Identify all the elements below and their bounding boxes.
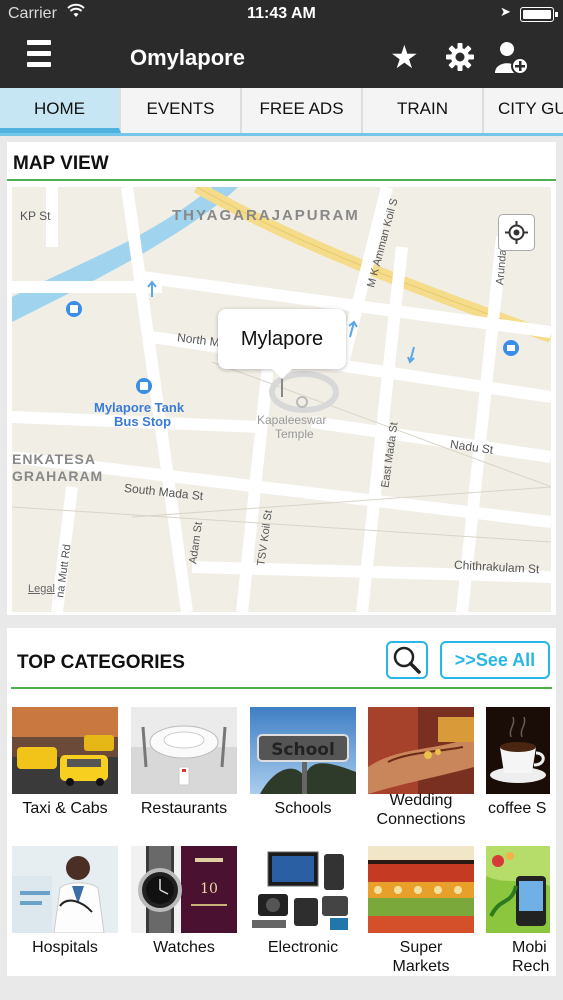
- hospital-icon: [12, 846, 118, 933]
- tab-free-ads[interactable]: FREE ADS: [242, 88, 363, 133]
- categories-card: TOP CATEGORIES >>See All Taxi & Cabs Res…: [7, 628, 556, 976]
- svg-text:School: School: [271, 740, 335, 760]
- category-label: Taxi & Cabs: [22, 800, 108, 817]
- category-hospitals[interactable]: Hospitals: [12, 846, 118, 957]
- crosshair-icon: [505, 221, 528, 244]
- tab-bar: HOME EVENTS FREE ADS TRAIN CITY GU: [0, 88, 563, 136]
- see-all-button[interactable]: >>See All: [440, 641, 550, 679]
- restaurant-icon: [131, 707, 237, 794]
- favorites-star-icon[interactable]: ★: [390, 40, 419, 74]
- top-categories-title: TOP CATEGORIES: [17, 652, 185, 673]
- category-label: Super Markets: [392, 939, 450, 975]
- category-label: coffee S: [488, 800, 547, 817]
- svg-text:10: 10: [200, 881, 218, 897]
- category-label: Schools: [274, 800, 332, 817]
- location-arrow-icon: ➤: [500, 4, 511, 19]
- map-callout[interactable]: Mylapore: [218, 309, 346, 379]
- map-label: ENKATESA: [12, 451, 96, 467]
- supermarket-icon: [368, 846, 474, 933]
- clock: 11:43 AM: [247, 5, 316, 22]
- map-view[interactable]: THYAGARAJAPURAM KP St North Mada St M K …: [12, 187, 551, 612]
- locate-me-button[interactable]: [498, 214, 535, 251]
- map-card: MAP VIEW THYAGARAJAPURAM KP St North Mad…: [7, 142, 556, 615]
- add-user-icon[interactable]: [494, 40, 530, 81]
- gear-icon[interactable]: [445, 42, 475, 77]
- category-schools[interactable]: School Schools: [250, 707, 356, 818]
- tab-home[interactable]: HOME: [0, 88, 121, 133]
- search-button[interactable]: [386, 641, 428, 679]
- app-bar: Omylapore ★: [0, 28, 563, 88]
- section-divider: [7, 179, 556, 181]
- search-icon: [393, 646, 421, 674]
- menu-icon[interactable]: [27, 40, 51, 72]
- map-label: THYAGARAJAPURAM: [172, 207, 360, 224]
- taxi-icon: [12, 707, 118, 794]
- app-title: Omylapore: [130, 45, 245, 70]
- category-electronic[interactable]: Electronic: [250, 846, 356, 957]
- category-label: Watches: [153, 939, 215, 956]
- tab-train[interactable]: TRAIN: [363, 88, 484, 133]
- category-restaurants[interactable]: Restaurants: [131, 707, 237, 818]
- map-label: Temple: [275, 427, 314, 441]
- map-label: KP St: [20, 209, 51, 223]
- coffee-icon: [486, 707, 550, 794]
- category-label: Mobi Recha: [512, 939, 550, 975]
- category-wedding[interactable]: Wedding Connections: [368, 707, 474, 829]
- map-label: Bus Stop: [114, 414, 172, 429]
- tab-events[interactable]: EVENTS: [121, 88, 242, 133]
- map-legal-link[interactable]: Legal: [28, 583, 55, 595]
- mobile-icon: [486, 846, 550, 933]
- electronics-icon: [250, 846, 356, 933]
- category-coffee[interactable]: coffee S: [486, 707, 550, 818]
- wedding-icon: [368, 707, 474, 794]
- category-label: Wedding Connections: [376, 792, 466, 828]
- category-watches[interactable]: 10 Watches: [131, 846, 237, 957]
- category-label: Hospitals: [32, 939, 98, 956]
- map-label: Kapaleeswar: [257, 413, 327, 427]
- section-divider: [11, 687, 552, 689]
- school-icon: School: [250, 707, 356, 794]
- battery-icon: [520, 7, 558, 22]
- map-label: GRAHARAM: [12, 468, 104, 484]
- status-bar: Carrier 11:43 AM ➤: [0, 0, 563, 28]
- category-label: Restaurants: [140, 800, 228, 817]
- map-view-title: MAP VIEW: [13, 153, 109, 174]
- category-label: Electronic: [267, 939, 339, 956]
- category-super-markets[interactable]: Super Markets: [368, 846, 474, 976]
- category-taxi-cabs[interactable]: Taxi & Cabs: [12, 707, 118, 818]
- map-label: Mylapore Tank: [94, 400, 185, 415]
- tab-city-guide[interactable]: CITY GU: [484, 88, 563, 133]
- category-mobile-recharge[interactable]: Mobi Recha: [486, 846, 550, 976]
- watch-icon: 10: [131, 846, 237, 933]
